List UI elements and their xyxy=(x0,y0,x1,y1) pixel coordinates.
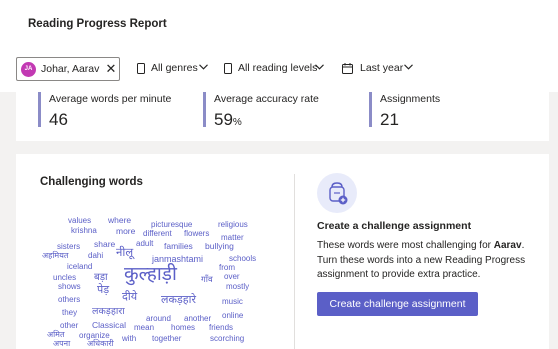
student-first-name: Aarav xyxy=(493,240,522,251)
stat-words-per-minute: Average words per minute 46 xyxy=(38,92,188,129)
word-cloud-word: mean xyxy=(134,323,155,332)
chevron-down-icon xyxy=(404,64,413,70)
word-cloud-word: different xyxy=(143,229,172,238)
challenge-assignment-icon xyxy=(317,173,357,213)
word-cloud-word: अमित xyxy=(47,330,65,339)
stat-label: Assignments xyxy=(380,93,441,105)
word-cloud-word: नीलू xyxy=(116,247,134,259)
stat-label: Average accuracy rate xyxy=(214,93,319,105)
page-header: Reading Progress Report xyxy=(0,0,558,47)
word-cloud-word: janmashtami xyxy=(152,254,204,264)
word-cloud-word: shows xyxy=(58,282,81,291)
word-cloud-word: families xyxy=(164,241,193,251)
word-cloud-word: values xyxy=(68,216,92,225)
word-cloud-word: bullying xyxy=(205,241,234,251)
word-cloud-word: Classical xyxy=(92,320,127,330)
word-cloud: values where picturesque religious krish… xyxy=(16,154,294,349)
date-range-filter-label: Last year xyxy=(360,62,404,74)
avatar: JA xyxy=(21,62,36,77)
word-cloud-word: religious xyxy=(218,220,248,229)
challenging-words-card: Challenging words values where picturesq… xyxy=(16,154,549,349)
vertical-divider xyxy=(294,174,295,349)
word-cloud-word: another xyxy=(184,314,212,323)
stat-accuracy-rate: Average accuracy rate 59% xyxy=(203,92,353,129)
word-cloud-word: share xyxy=(94,239,116,249)
word-cloud-word: picturesque xyxy=(151,220,193,229)
word-cloud-word: अपना xyxy=(53,339,71,348)
book-icon xyxy=(224,63,232,74)
word-cloud-word: flowers xyxy=(184,229,210,238)
stat-label: Average words per minute xyxy=(49,93,172,105)
word-cloud-word: iceland xyxy=(67,262,93,271)
create-challenge-assignment-button[interactable]: Create challenge assignment xyxy=(317,292,478,316)
word-cloud-word: गाँव xyxy=(201,274,213,284)
word-cloud-word: लकड़हारे xyxy=(161,294,196,306)
cta-description: These words were most challenging for Aa… xyxy=(317,240,526,280)
word-cloud-word: कुल्हाड़ी xyxy=(124,264,177,285)
word-cloud-word: अहमियत xyxy=(42,251,69,260)
word-cloud-word: पेड़ xyxy=(97,284,110,296)
word-cloud-word: लकड़हारा xyxy=(92,306,125,317)
stat-assignments: Assignments 21 xyxy=(369,92,519,129)
stat-value: 46 xyxy=(49,110,68,129)
word-cloud-word: they xyxy=(62,308,78,317)
page-title: Reading Progress Report xyxy=(28,18,167,30)
reading-levels-filter-label: All reading levels xyxy=(238,62,318,74)
student-filter-chip[interactable]: JA Johar, Aarav ✕ xyxy=(16,57,120,81)
word-cloud-word: together xyxy=(152,334,182,343)
date-range-filter-dropdown[interactable]: Last year xyxy=(342,62,414,78)
word-cloud-word: uncles xyxy=(53,273,77,282)
word-cloud-word: over xyxy=(224,272,240,281)
word-cloud-word: with xyxy=(122,334,137,343)
word-cloud-word: dahi xyxy=(88,251,104,260)
stats-card: Average words per minute 46 Average accu… xyxy=(16,92,549,141)
book-icon xyxy=(137,63,145,74)
chevron-down-icon xyxy=(199,64,208,70)
word-cloud-word: where xyxy=(108,215,132,225)
close-icon[interactable]: ✕ xyxy=(105,62,117,76)
word-cloud-word: from xyxy=(219,263,235,272)
word-cloud-word: friends xyxy=(209,323,234,332)
word-cloud-word: around xyxy=(146,314,171,323)
word-cloud-word: अधिकारी xyxy=(87,339,114,348)
reading-levels-filter-dropdown[interactable]: All reading levels xyxy=(224,62,326,78)
filter-bar: JA Johar, Aarav ✕ All genres All reading… xyxy=(0,47,558,92)
word-cloud-word: scorching xyxy=(210,334,245,343)
backpack-icon xyxy=(329,182,348,205)
chevron-down-icon xyxy=(315,64,324,70)
word-cloud-word: music xyxy=(222,297,243,306)
stat-value: 21 xyxy=(380,110,399,129)
genres-filter-label: All genres xyxy=(151,62,198,74)
calendar-icon xyxy=(342,63,353,74)
word-cloud-word: बड़ा xyxy=(94,272,108,283)
word-cloud-word: online xyxy=(222,311,244,320)
student-name: Johar, Aarav xyxy=(41,63,100,75)
word-cloud-word: दीये xyxy=(122,291,138,303)
word-cloud-word: more xyxy=(116,226,136,236)
stat-value: 59% xyxy=(214,110,242,129)
word-cloud-word: others xyxy=(58,295,81,304)
word-cloud-word: adult xyxy=(136,239,154,248)
word-cloud-word: other xyxy=(60,321,79,330)
word-cloud-word: sisters xyxy=(57,242,81,251)
word-cloud-word: mostly xyxy=(226,282,250,291)
genres-filter-dropdown[interactable]: All genres xyxy=(137,62,209,78)
cta-title: Create a challenge assignment xyxy=(317,220,472,232)
word-cloud-word: schools xyxy=(229,254,257,263)
word-cloud-word: krishna xyxy=(71,226,97,235)
word-cloud-word: homes xyxy=(171,323,196,332)
